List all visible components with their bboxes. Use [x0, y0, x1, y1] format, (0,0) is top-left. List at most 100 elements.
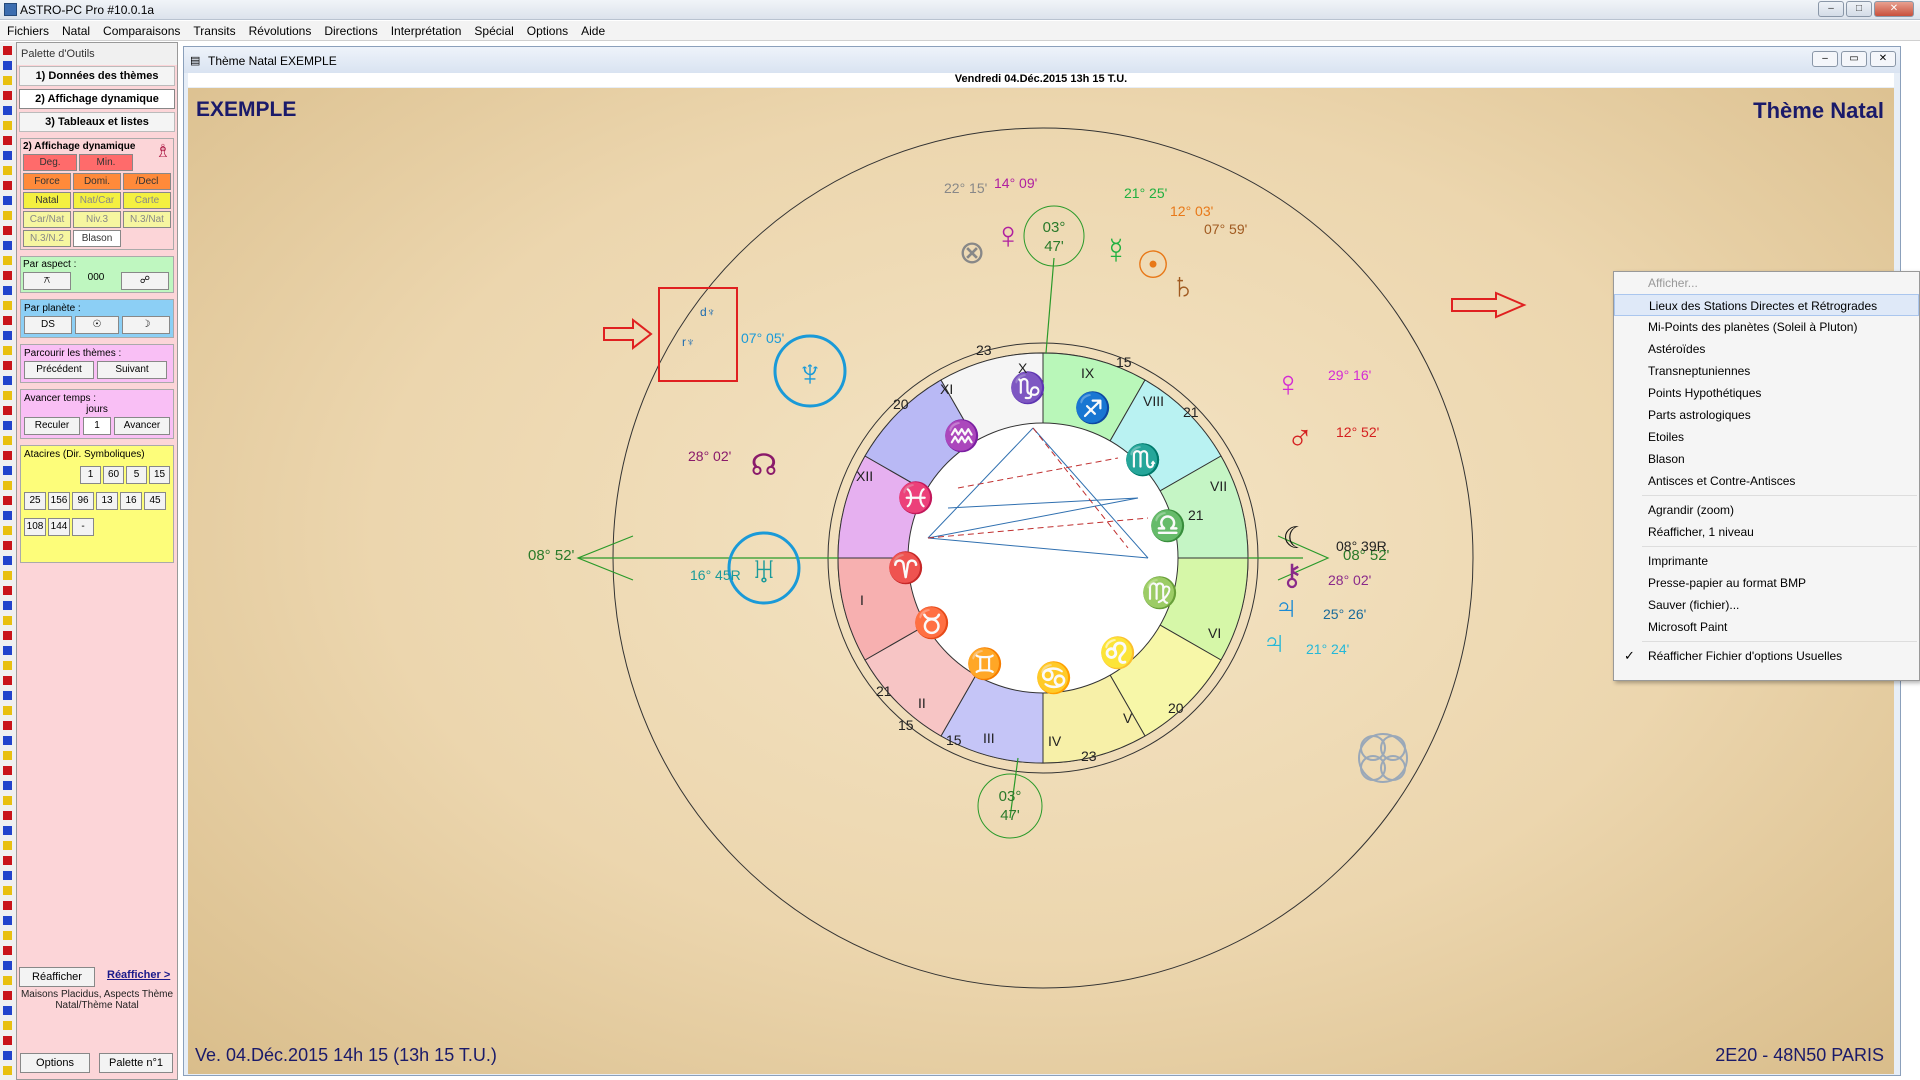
tool-palette: Palette d'Outils 1) Données des thèmes 2… [16, 42, 178, 1080]
tab-tableaux[interactable]: 3) Tableaux et listes [19, 112, 175, 132]
precedent-button[interactable]: Précédent [24, 361, 94, 379]
house-ii: II [918, 695, 926, 711]
deg-button[interactable]: Deg. [23, 154, 77, 171]
atacires-group: Atacires (Dir. Symboliques) 1 60 5 15 25… [20, 445, 174, 563]
maximize-button[interactable]: □ [1846, 1, 1872, 17]
domi-button[interactable]: Domi. [73, 173, 121, 190]
avancer-button[interactable]: Avancer [114, 417, 170, 435]
nat-car-button[interactable]: Nat/Car [73, 192, 121, 209]
sun-button[interactable]: ☉ [75, 316, 119, 334]
niv3-button[interactable]: Niv.3 [73, 211, 121, 228]
menu-item-stations[interactable]: Lieux des Stations Directes et Rétrograd… [1614, 294, 1919, 316]
cusp-number: 15 [946, 732, 962, 748]
blason-button[interactable]: Blason [73, 230, 121, 247]
suivant-button[interactable]: Suivant [97, 361, 167, 379]
menu-directions[interactable]: Directions [317, 21, 383, 38]
menu-comparaisons[interactable]: Comparaisons [96, 21, 186, 38]
uranus-position: 16° 45R [690, 567, 741, 583]
north-node-position: 28° 02' [688, 448, 731, 464]
menu-item-etoiles[interactable]: Etoiles [1614, 426, 1919, 448]
menu-aide[interactable]: Aide [574, 21, 611, 38]
tab-donnees[interactable]: 1) Données des thèmes [19, 66, 175, 86]
tab-affichage-dynamique[interactable]: 2) Affichage dynamique [19, 89, 175, 109]
reculer-button[interactable]: Reculer [24, 417, 80, 435]
atacire-108[interactable]: 108 [24, 518, 46, 536]
chiron-position: 28° 02' [1328, 572, 1371, 588]
menu-natal[interactable]: Natal [55, 21, 96, 38]
menu-item-points-hypothetiques[interactable]: Points Hypothétiques [1614, 382, 1919, 404]
retro-station-label: r♆ [682, 335, 695, 349]
atacire-25[interactable]: 25 [24, 492, 46, 510]
options-button[interactable]: Options [20, 1053, 90, 1073]
house-vi: VI [1208, 625, 1221, 641]
menu-item-agrandir[interactable]: Agrandir (zoom) [1614, 499, 1919, 521]
menu-item-transneptuniennes[interactable]: Transneptuniennes [1614, 360, 1919, 382]
menu-item-reafficher-options[interactable]: ✓ Réafficher Fichier d'options Usuelles [1614, 645, 1919, 667]
minimize-button[interactable]: – [1818, 1, 1844, 17]
menu-item-reafficher-niveau[interactable]: Réafficher, 1 niveau [1614, 521, 1919, 543]
atacire-minus[interactable]: - [72, 518, 94, 536]
menu-transits[interactable]: Transits [186, 21, 241, 38]
min-button[interactable]: Min. [79, 154, 133, 171]
atacire-13[interactable]: 13 [96, 492, 118, 510]
decl-button[interactable]: /Decl [123, 173, 171, 190]
atacire-16[interactable]: 16 [120, 492, 142, 510]
reafficher-link[interactable]: Réafficher > [107, 969, 170, 981]
chart-restore-button[interactable]: ▭ [1841, 51, 1867, 67]
atacire-15[interactable]: 15 [149, 466, 170, 484]
chart-close-button[interactable]: ✕ [1870, 51, 1896, 67]
ds-button[interactable]: DS [24, 316, 72, 334]
menu-item-imprimante[interactable]: Imprimante [1614, 550, 1919, 572]
days-input[interactable]: 1 [83, 417, 111, 435]
color-strip [0, 42, 16, 1080]
atacire-60[interactable]: 60 [103, 466, 124, 484]
force-button[interactable]: Force [23, 173, 71, 190]
carte-button[interactable]: Carte [123, 192, 171, 209]
menu-item-presse-papier[interactable]: Presse-papier au format BMP [1614, 572, 1919, 594]
house-x: X [1018, 360, 1028, 376]
menu-special[interactable]: Spécial [467, 21, 519, 38]
aspect-symbol-button[interactable]: ⚻ [23, 272, 71, 290]
menu-revolutions[interactable]: Révolutions [242, 21, 318, 38]
opposition-button[interactable]: ☍ [121, 272, 169, 290]
menu-item-mi-points[interactable]: Mi-Points des planètes (Soleil à Pluton) [1614, 316, 1919, 338]
cusp-number: 23 [976, 342, 992, 358]
menu-item-parts[interactable]: Parts astrologiques [1614, 404, 1919, 426]
menu-item-antisces[interactable]: Antisces et Contre-Antisces [1614, 470, 1919, 492]
n3-nat-button[interactable]: N.3/Nat [123, 211, 171, 228]
natal-button[interactable]: Natal [23, 192, 71, 209]
menu-separator [1642, 495, 1917, 496]
menu-fichiers[interactable]: Fichiers [0, 21, 55, 38]
astrologer-icon: ♗ [154, 141, 171, 161]
venus-position: 29° 16' [1328, 367, 1371, 383]
n3-n2-button[interactable]: N.3/N.2 [23, 230, 71, 247]
leo-icon: ♌ [1099, 635, 1136, 670]
menu-item-asteroides[interactable]: Astéroïdes [1614, 338, 1919, 360]
jupiter-position: 25° 26' [1323, 606, 1366, 622]
reafficher-button[interactable]: Réafficher [19, 967, 95, 987]
atacire-1[interactable]: 1 [80, 466, 101, 484]
atacire-45[interactable]: 45 [144, 492, 166, 510]
menu-item-paint[interactable]: Microsoft Paint [1614, 616, 1919, 638]
atacire-156[interactable]: 156 [48, 492, 70, 510]
close-button[interactable]: ✕ [1874, 1, 1914, 17]
north-node-icon: ☊ [751, 449, 778, 482]
menu-item-reafficher-options-label: Réafficher Fichier d'options Usuelles [1648, 649, 1843, 663]
atacire-144[interactable]: 144 [48, 518, 70, 536]
car-nat-button[interactable]: Car/Nat [23, 211, 71, 228]
atacire-5[interactable]: 5 [126, 466, 147, 484]
mc-line [1045, 257, 1055, 354]
avancer-group: Avancer temps : jours Reculer 1 Avancer [20, 389, 174, 439]
menu-interpretation[interactable]: Interprétation [384, 21, 468, 38]
menu-options[interactable]: Options [520, 21, 574, 38]
house-vii: VII [1210, 478, 1227, 494]
palette-number-button[interactable]: Palette n°1 [99, 1053, 173, 1073]
app-titlebar: ASTRO-PC Pro #10.0.1a – □ ✕ [0, 0, 1920, 20]
chart-minimize-button[interactable]: – [1812, 51, 1838, 67]
menu-item-sauver[interactable]: Sauver (fichier)... [1614, 594, 1919, 616]
mars-icon: ♂ [1287, 417, 1314, 458]
moon-button[interactable]: ☽ [122, 316, 170, 334]
menu-item-blason[interactable]: Blason [1614, 448, 1919, 470]
asc-label: 08° 52' [528, 547, 575, 564]
atacire-96[interactable]: 96 [72, 492, 94, 510]
